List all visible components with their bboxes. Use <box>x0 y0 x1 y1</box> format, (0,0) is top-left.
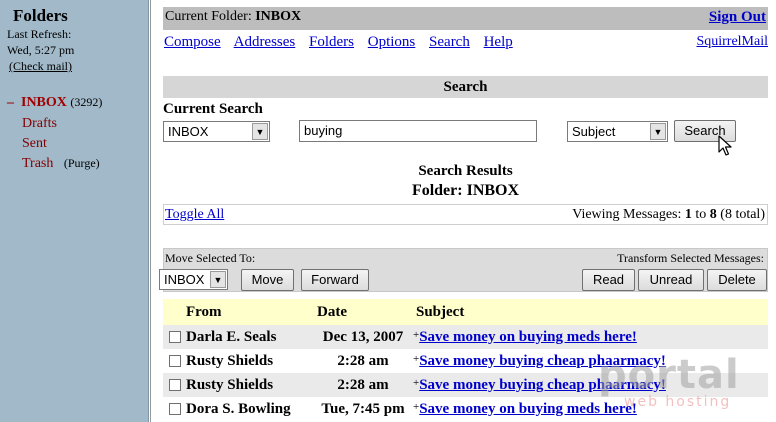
message-from-cell: Darla E. Seals <box>163 325 313 349</box>
search-field-select[interactable]: Subject ▼ <box>567 121 668 142</box>
message-date: Dec 13, 2007 <box>313 325 413 349</box>
chevron-down-icon[interactable]: ▼ <box>650 123 666 140</box>
message-subject-link[interactable]: Save money on buying meds here! <box>419 329 637 345</box>
message-date: 2:28 am <box>313 373 413 397</box>
transform-selected-label: Transform Selected Messages: <box>617 251 764 265</box>
current-folder-text: Current Folder: INBOX <box>165 9 301 25</box>
current-folder-label: Current Folder: <box>165 9 252 24</box>
sign-out-link[interactable]: Sign Out <box>709 9 766 26</box>
folder-item-sent[interactable]: Sent <box>22 136 47 152</box>
viewing-to: 8 <box>709 207 717 222</box>
folder-pane: Folders Last Refresh: Wed, 5:27 pm (Chec… <box>0 0 149 422</box>
mark-read-button[interactable]: Read <box>582 269 635 291</box>
folder-item-trash[interactable]: Trash (Purge) <box>22 156 100 172</box>
search-field-value: Subject <box>572 124 616 139</box>
menu-options[interactable]: Options <box>368 34 416 50</box>
toggle-bar: Toggle All Viewing Messages: 1 to 8 (8 t… <box>163 204 768 225</box>
menu-compose[interactable]: Compose <box>164 34 221 50</box>
folder-name-drafts[interactable]: Drafts <box>22 116 57 131</box>
chevron-down-icon[interactable]: ▼ <box>252 123 268 140</box>
message-from-cell: Rusty Shields <box>163 373 313 397</box>
watermark-line-2: web hosting <box>624 394 732 410</box>
purge-trash-link[interactable]: (Purge) <box>64 156 100 170</box>
chevron-down-icon[interactable]: ▼ <box>210 271 226 288</box>
menu-search[interactable]: Search <box>429 34 470 50</box>
message-checkbox[interactable] <box>169 379 181 392</box>
menu-addresses[interactable]: Addresses <box>234 34 296 50</box>
main-menu: Compose Addresses Folders Options Search… <box>164 34 523 51</box>
last-refresh-label: Last Refresh: <box>7 27 72 41</box>
mark-unread-button[interactable]: Unread <box>638 269 704 291</box>
column-header-from[interactable]: From <box>163 299 313 325</box>
column-header-date[interactable]: Date <box>313 299 413 325</box>
message-from: Rusty Shields <box>186 352 274 369</box>
delete-button[interactable]: Delete <box>707 269 767 291</box>
message-from-cell: Dora S. Bowling <box>163 397 313 421</box>
frame-divider[interactable] <box>150 0 154 422</box>
folder-item-inbox[interactable]: – INBOX (3292) <box>7 95 102 111</box>
message-subject-link[interactable]: Save money on buying meds here! <box>419 401 637 417</box>
forward-button[interactable]: Forward <box>301 269 369 291</box>
message-from: Rusty Shields <box>186 376 274 393</box>
search-folder-value: INBOX <box>168 124 209 139</box>
search-folder-select[interactable]: INBOX ▼ <box>163 121 270 142</box>
current-folder-bar: Current Folder: INBOX Sign Out <box>163 7 768 30</box>
mouse-pointer-icon <box>718 135 732 156</box>
message-date: Tue, 7:45 pm <box>313 397 413 421</box>
check-mail-link[interactable]: (Check mail) <box>9 59 72 74</box>
column-header-subject[interactable]: Subject <box>413 299 768 325</box>
table-header-row: From Date Subject <box>163 299 768 325</box>
viewing-from: 1 <box>684 207 692 222</box>
folders-title: Folders <box>13 6 68 25</box>
message-from: Dora S. Bowling <box>186 400 291 417</box>
folder-name-inbox[interactable]: INBOX <box>21 95 67 110</box>
search-section-header: Search <box>163 76 768 98</box>
watermark-line-1: portal <box>598 352 740 398</box>
folder-expand-marker[interactable]: – <box>7 95 14 110</box>
message-date: 2:28 am <box>313 349 413 373</box>
current-folder-name: INBOX <box>255 9 302 24</box>
folder-item-drafts[interactable]: Drafts <box>22 116 57 132</box>
folder-name-sent[interactable]: Sent <box>22 136 47 151</box>
move-folder-select[interactable]: INBOX ▼ <box>159 269 228 290</box>
current-search-label: Current Search <box>163 101 263 117</box>
squirrelmail-link[interactable]: SquirrelMail <box>696 34 768 50</box>
message-from-cell: Rusty Shields <box>163 349 313 373</box>
last-refresh-time: Wed, 5:27 pm <box>7 43 75 57</box>
menu-folders[interactable]: Folders <box>309 34 354 50</box>
search-results-title: Search Results <box>418 163 513 179</box>
search-query-input[interactable]: buying <box>299 120 537 142</box>
viewing-to-word: to <box>695 207 707 222</box>
move-folder-value: INBOX <box>164 272 205 287</box>
check-mail-link-text[interactable]: (Check mail) <box>9 59 72 73</box>
move-selected-label: Move Selected To: <box>165 251 256 265</box>
viewing-total: (8 total) <box>720 207 765 222</box>
portal-watermark-logo: portal web hosting <box>598 352 740 410</box>
menu-help[interactable]: Help <box>484 34 513 50</box>
inbox-unread-count: (3292) <box>70 95 103 109</box>
move-button[interactable]: Move <box>241 269 294 291</box>
viewing-prefix: Viewing Messages: <box>572 207 682 222</box>
message-subject-cell: +Save money on buying meds here! <box>413 325 768 349</box>
viewing-messages-text: Viewing Messages: 1 to 8 (8 total) <box>572 207 765 223</box>
message-from: Darla E. Seals <box>186 328 277 345</box>
toggle-all-link[interactable]: Toggle All <box>165 207 224 223</box>
message-checkbox[interactable] <box>169 403 181 416</box>
message-checkbox[interactable] <box>169 355 181 368</box>
table-row: Darla E. Seals Dec 13, 2007 +Save money … <box>163 325 768 349</box>
search-results-folder: Folder: INBOX <box>411 182 520 199</box>
folder-name-trash[interactable]: Trash <box>22 156 53 171</box>
message-checkbox[interactable] <box>169 331 181 344</box>
